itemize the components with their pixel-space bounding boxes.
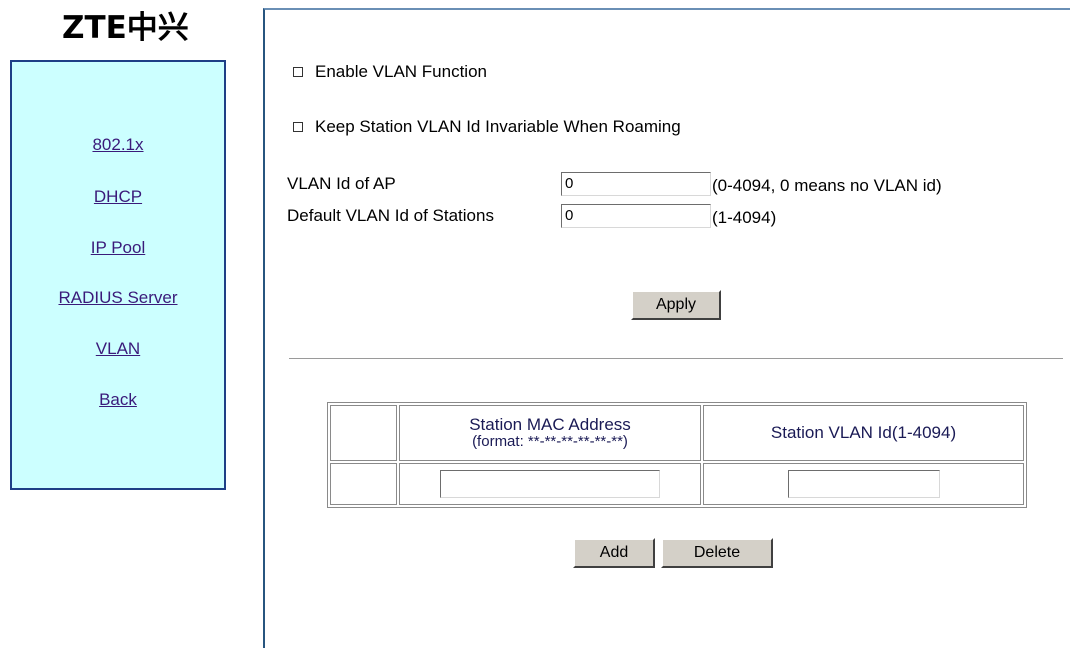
- table-header-row: Station MAC Address (format: **-**-**-**…: [330, 405, 1024, 461]
- station-vlan-table: Station MAC Address (format: **-**-**-**…: [327, 402, 1027, 508]
- enable-vlan-checkbox[interactable]: [293, 67, 303, 77]
- enable-vlan-label: Enable VLAN Function: [315, 62, 487, 81]
- table-row: [330, 463, 1024, 505]
- keep-vlan-option[interactable]: Keep Station VLAN Id Invariable When Roa…: [293, 117, 681, 137]
- mac-address-input[interactable]: [440, 470, 660, 498]
- add-button[interactable]: Add: [573, 538, 655, 568]
- station-vlan-input[interactable]: [787, 470, 940, 498]
- row-blank-cell: [330, 463, 397, 505]
- sidebar-item-vlan[interactable]: VLAN: [12, 339, 224, 359]
- ap-vlan-input[interactable]: 0: [561, 172, 711, 196]
- mac-address-header: Station MAC Address (format: **-**-**-**…: [399, 405, 701, 461]
- section-divider: [289, 358, 1063, 360]
- sidebar-nav: 802.1x DHCP IP Pool RADIUS Server VLAN B…: [10, 60, 226, 490]
- keep-vlan-checkbox[interactable]: [293, 122, 303, 132]
- sidebar-item-dhcp[interactable]: DHCP: [12, 187, 224, 207]
- table-header-blank: [330, 405, 397, 461]
- default-vlan-label: Default VLAN Id of Stations: [287, 206, 494, 225]
- vlan-settings-panel: Enable VLAN Function Keep Station VLAN I…: [263, 8, 1070, 648]
- delete-button[interactable]: Delete: [661, 538, 773, 568]
- mac-input-cell: [399, 463, 701, 505]
- sidebar-item-8021x[interactable]: 802.1x: [12, 135, 224, 155]
- sidebar-item-radius-server[interactable]: RADIUS Server: [12, 288, 224, 308]
- default-vlan-hint: (1-4094): [712, 208, 777, 227]
- zte-logo: ZTE中兴: [62, 10, 189, 46]
- keep-vlan-label: Keep Station VLAN Id Invariable When Roa…: [315, 117, 681, 136]
- enable-vlan-option[interactable]: Enable VLAN Function: [293, 62, 487, 82]
- mac-header-format: (format: **-**-**-**-**-**): [472, 433, 628, 450]
- apply-button[interactable]: Apply: [631, 290, 721, 320]
- station-vlan-header: Station VLAN Id(1-4094): [703, 405, 1024, 461]
- ap-vlan-hint: (0-4094, 0 means no VLAN id): [712, 176, 942, 195]
- default-vlan-input[interactable]: 0: [561, 204, 711, 228]
- sidebar-item-back[interactable]: Back: [12, 390, 224, 410]
- ap-vlan-label: VLAN Id of AP: [287, 174, 396, 193]
- mac-header-title: Station MAC Address: [469, 415, 631, 434]
- sidebar-item-ip-pool[interactable]: IP Pool: [12, 238, 224, 258]
- vlan-input-cell: [703, 463, 1024, 505]
